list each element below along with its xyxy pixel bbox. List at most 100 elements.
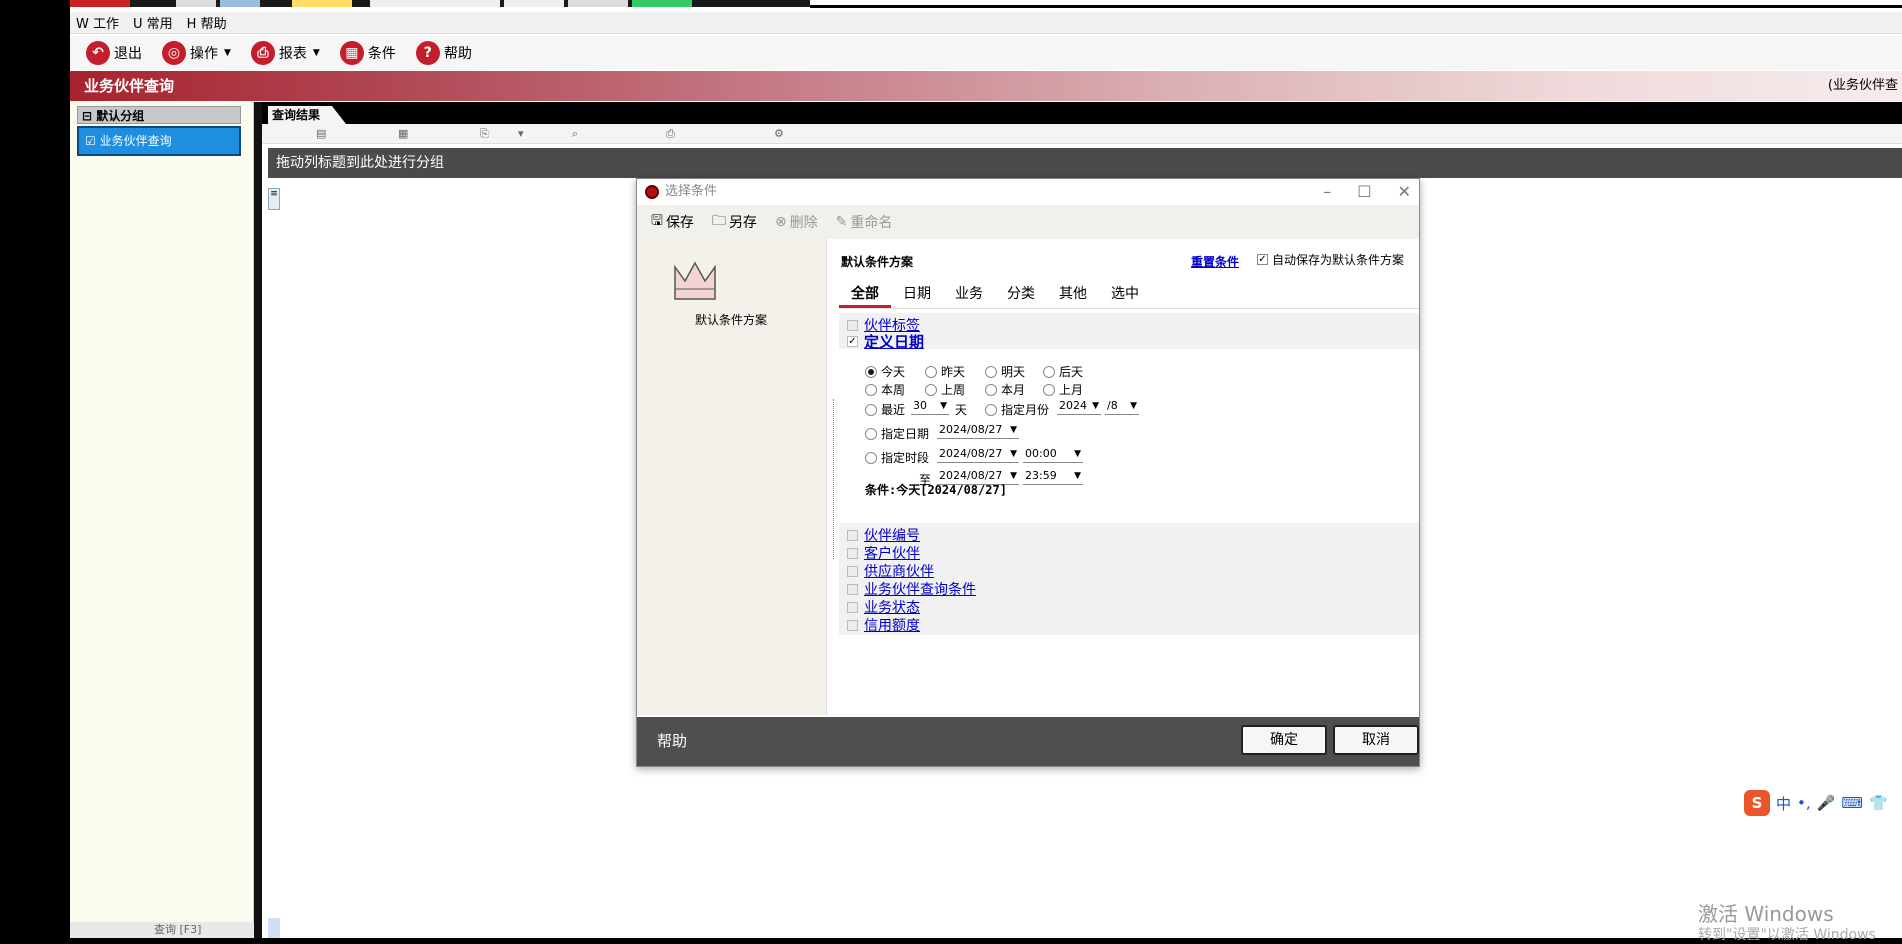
radio-label: 后天 (1059, 365, 1084, 379)
radio-label: 上月 (1059, 383, 1084, 397)
plan-item-default[interactable]: 默认条件方案 (641, 311, 821, 328)
row-header-icon[interactable]: ≡ (268, 188, 280, 210)
report-button[interactable]: ⎙ 报表 ▼ (245, 39, 326, 67)
from-date-select[interactable]: 2024/08/27 ▼ (937, 445, 1019, 463)
from-time-value: 00:00 (1025, 447, 1057, 460)
to-time-select[interactable]: 23:59 ▼ (1023, 467, 1083, 485)
radio-period[interactable]: 指定时段 (865, 449, 929, 466)
tab-all[interactable]: 全部 (839, 279, 891, 308)
delete-button[interactable]: ⊗ 删除 (775, 212, 818, 232)
condition-link[interactable]: 客户伙伴 (864, 543, 920, 563)
minimize-icon[interactable]: – (1323, 179, 1331, 205)
checkbox-icon (847, 619, 858, 631)
radio-yesterday[interactable]: 昨天 (925, 363, 965, 380)
sogou-logo-icon[interactable]: S (1744, 790, 1770, 816)
export-icon[interactable]: ⎘ (480, 127, 489, 141)
condition-button[interactable]: ▦ 条件 (334, 39, 402, 67)
main-toolbar: ↶ 退出 ◎ 操作 ▼ ⎙ 报表 ▼ ▦ 条件 ? 帮助 (70, 36, 1902, 70)
day-unit-label: 天 (955, 403, 968, 417)
ok-button[interactable]: 确定 (1241, 725, 1327, 755)
tab-business[interactable]: 业务 (943, 279, 995, 308)
menu-help[interactable]: H 帮助 (187, 13, 227, 32)
tab-category[interactable]: 分类 (995, 279, 1047, 308)
condition-link[interactable]: 信用额度 (864, 615, 920, 635)
save-button[interactable]: 🖫 保存 (651, 210, 694, 234)
month-select[interactable]: /8 ▼ (1105, 397, 1139, 415)
condition-link[interactable]: 伙伴编号 (864, 525, 920, 545)
tab-selected[interactable]: 选中 (1099, 279, 1151, 308)
chevron-down-icon: ▼ (940, 401, 947, 411)
punctuation-icon[interactable]: •, (1797, 794, 1811, 812)
help-button[interactable]: ? 帮助 (410, 39, 478, 67)
tab-date[interactable]: 日期 (891, 279, 943, 308)
query-shortcut[interactable]: 查询 [F3] (70, 922, 254, 938)
keyboard-icon[interactable]: ⌨ (1841, 794, 1863, 812)
condition-link[interactable]: 业务状态 (864, 597, 920, 617)
ime-mode[interactable]: 中 (1776, 793, 1791, 814)
radio-this-week[interactable]: 本周 (865, 381, 905, 398)
radio-last-week[interactable]: 上周 (925, 381, 965, 398)
radio-today[interactable]: 今天 (865, 363, 905, 380)
condition-supplier-partner[interactable]: 供应商伙伴 (847, 561, 934, 581)
condition-customer-partner[interactable]: 客户伙伴 (847, 543, 920, 563)
select-condition-dialog: 选择条件 – ☐ ✕ 🖫 保存 🗀 另存 ⊗ 删除 ✎ 重命名 默认条件方案 默认条件方… (636, 178, 1420, 767)
grid-icon[interactable]: ▦ (398, 127, 408, 140)
group-item-partner-query[interactable]: ☑ 业务伙伴查询 (77, 126, 241, 156)
scroll-handle[interactable] (268, 918, 280, 938)
condition-link[interactable]: 定义日期 (864, 331, 924, 352)
condition-icon: ▦ (339, 41, 364, 65)
splitter-handle[interactable] (833, 399, 836, 559)
chevron-down-icon: ▼ (1010, 425, 1017, 435)
operate-button[interactable]: ◎ 操作 ▼ (156, 39, 237, 67)
maximize-icon[interactable]: ☐ (1357, 179, 1371, 205)
condition-partner-code[interactable]: 伙伴编号 (847, 525, 920, 545)
radio-month[interactable]: 指定月份 (985, 401, 1049, 418)
radio-this-month[interactable]: 本月 (985, 381, 1025, 398)
left-panel: ⊟ 默认分组 ☑ 业务伙伴查询 查询 [F3] (70, 102, 254, 938)
condition-link[interactable]: 供应商伙伴 (864, 561, 934, 581)
condition-business-status[interactable]: 业务状态 (847, 597, 920, 617)
checkbox-checked-icon: ✓ (1257, 253, 1268, 265)
cancel-button[interactable]: 取消 (1333, 725, 1419, 755)
condition-define-date[interactable]: ✓ 定义日期 (847, 331, 924, 352)
radio-icon (925, 383, 937, 396)
chevron-down-icon: ▼ (1010, 471, 1017, 481)
rename-button[interactable]: ✎ 重命名 (836, 212, 893, 232)
recent-days-select[interactable]: 30 ▼ (911, 397, 949, 415)
group-by-bar[interactable]: 拖动列标题到此处进行分组 (268, 148, 1902, 178)
radio-last-month[interactable]: 上月 (1043, 381, 1083, 398)
condition-credit-limit[interactable]: 信用额度 (847, 615, 920, 635)
dialog-help-button[interactable]: 帮助 (657, 717, 687, 766)
radio-icon (1043, 365, 1055, 378)
printer-icon[interactable]: ⎙ (666, 127, 675, 141)
from-time-select[interactable]: 00:00 ▼ (1023, 445, 1083, 463)
zoom-icon[interactable]: ⌕ (572, 127, 578, 141)
radio-specific-date[interactable]: 指定日期 (865, 425, 929, 442)
exit-button[interactable]: ↶ 退出 (80, 39, 148, 67)
menu-common[interactable]: U 常用 (133, 13, 173, 32)
save-as-button[interactable]: 🗀 另存 (712, 210, 757, 234)
tab-other[interactable]: 其他 (1047, 279, 1099, 308)
radio-day-after[interactable]: 后天 (1043, 363, 1083, 380)
year-select[interactable]: 2024 ▼ (1057, 397, 1101, 415)
autosave-checkbox[interactable]: ✓ 自动保存为默认条件方案 (1257, 251, 1404, 268)
crown-icon[interactable] (673, 259, 717, 301)
reset-conditions-link[interactable]: 重置条件 (1191, 253, 1239, 270)
settings-icon[interactable]: ⚙ (774, 127, 784, 140)
condition-partner-query[interactable]: 业务伙伴查询条件 (847, 579, 976, 599)
group-header[interactable]: ⊟ 默认分组 (77, 106, 241, 124)
chevron-down-icon[interactable]: ▾ (518, 127, 524, 140)
radio-recent[interactable]: 最近 (865, 401, 905, 418)
columns-icon[interactable]: ▤ (316, 127, 326, 140)
chevron-down-icon: ▼ (1092, 401, 1099, 411)
chevron-down-icon: ▼ (1074, 471, 1081, 481)
checkbox-checked-icon: ✓ (847, 335, 858, 347)
panel-divider[interactable] (254, 102, 262, 938)
skin-icon[interactable]: 👕 (1869, 794, 1888, 812)
close-icon[interactable]: ✕ (1398, 179, 1411, 205)
date-select[interactable]: 2024/08/27 ▼ (937, 421, 1019, 439)
menu-work[interactable]: W 工作 (76, 13, 119, 32)
radio-tomorrow[interactable]: 明天 (985, 363, 1025, 380)
microphone-icon[interactable]: 🎤 (1817, 794, 1836, 812)
condition-link[interactable]: 业务伙伴查询条件 (864, 579, 976, 599)
